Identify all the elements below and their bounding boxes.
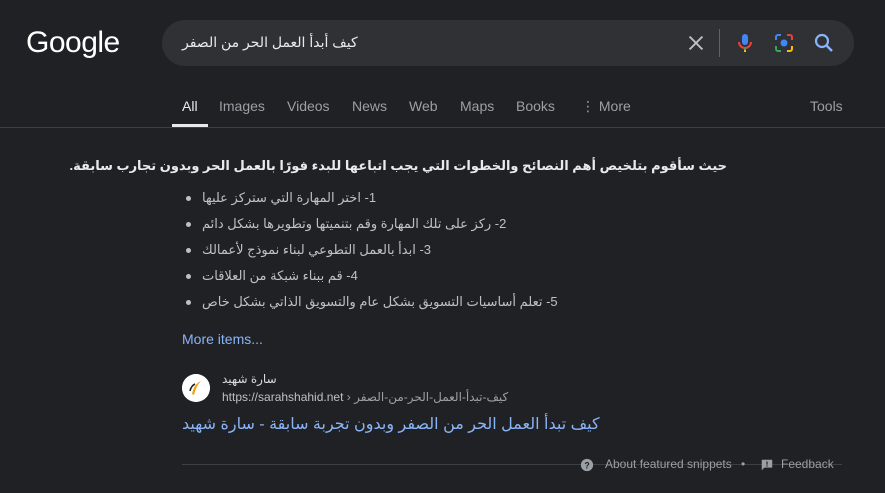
site-favicon-icon bbox=[182, 374, 210, 402]
bullet-icon bbox=[186, 222, 191, 227]
list-item-text: 4- قم ببناء شبكة من العلاقات bbox=[202, 268, 358, 283]
list-item-text: 1- اختر المهارة التي ستركز عليها bbox=[202, 190, 377, 205]
google-logo[interactable]: Google bbox=[26, 26, 120, 60]
list-item-text: 2- ركز على تلك المهارة وقم بتنميتها وتطو… bbox=[202, 216, 507, 231]
help-icon[interactable]: ? bbox=[580, 458, 594, 472]
search-icon[interactable] bbox=[812, 31, 836, 55]
tab-books[interactable]: Books bbox=[516, 98, 555, 114]
about-featured-snippets-link[interactable]: About featured snippets bbox=[605, 457, 732, 471]
search-input[interactable]: كيف أبدأ العمل الحر من الصفر bbox=[182, 34, 358, 51]
feedback-icon[interactable] bbox=[760, 458, 774, 472]
more-vert-icon: ⋮ bbox=[581, 98, 595, 114]
svg-text:?: ? bbox=[584, 461, 589, 471]
header-divider bbox=[0, 127, 885, 128]
site-url-domain: https://sarahshahid.net bbox=[222, 390, 344, 404]
search-divider bbox=[719, 29, 720, 57]
tab-videos[interactable]: Videos bbox=[287, 98, 330, 114]
site-url-path: › كيف-تبدأ-العمل-الحر-من-الصفر bbox=[346, 390, 509, 404]
result-title-link[interactable]: كيف تبدأ العمل الحر من الصفر وبدون تجربة… bbox=[182, 414, 600, 434]
tab-maps[interactable]: Maps bbox=[460, 98, 494, 114]
list-item-text: 5- تعلم أساسيات التسويق بشكل عام والتسوي… bbox=[202, 294, 558, 309]
list-item-text: 3- ابدأ بالعمل التطوعي لبناء نموذج لأعما… bbox=[202, 242, 432, 257]
result-source[interactable]: سارة شهيد https://sarahshahid.net › كيف-… bbox=[182, 372, 602, 408]
search-bar[interactable]: كيف أبدأ العمل الحر من الصفر bbox=[162, 20, 854, 66]
microphone-icon[interactable] bbox=[733, 31, 757, 55]
tab-news[interactable]: News bbox=[352, 98, 387, 114]
snippet-heading: حيث سأقوم بتلخيص أهم النصائح والخطوات ال… bbox=[69, 158, 728, 173]
separator-dot: • bbox=[741, 457, 746, 471]
search-tabs: All Images Videos News Web Maps Books ⋮ … bbox=[172, 92, 872, 128]
bullet-icon bbox=[186, 300, 191, 305]
tab-web[interactable]: Web bbox=[409, 98, 438, 114]
bullet-icon bbox=[186, 274, 191, 279]
site-name: سارة شهيد bbox=[222, 372, 277, 386]
bullet-icon bbox=[186, 248, 191, 253]
tab-more-label: More bbox=[598, 98, 631, 114]
close-icon[interactable] bbox=[685, 32, 707, 54]
feedback-link[interactable]: Feedback bbox=[781, 457, 834, 471]
camera-lens-icon[interactable] bbox=[772, 31, 796, 55]
tools-button[interactable]: Tools bbox=[810, 98, 843, 114]
more-items-link[interactable]: More items... bbox=[182, 331, 263, 347]
tab-more[interactable]: ⋮ More bbox=[581, 98, 631, 115]
site-url: https://sarahshahid.net › كيف-تبدأ-العمل… bbox=[222, 390, 508, 404]
tab-all[interactable]: All bbox=[182, 98, 198, 114]
tab-images[interactable]: Images bbox=[219, 98, 265, 114]
bullet-icon bbox=[186, 196, 191, 201]
